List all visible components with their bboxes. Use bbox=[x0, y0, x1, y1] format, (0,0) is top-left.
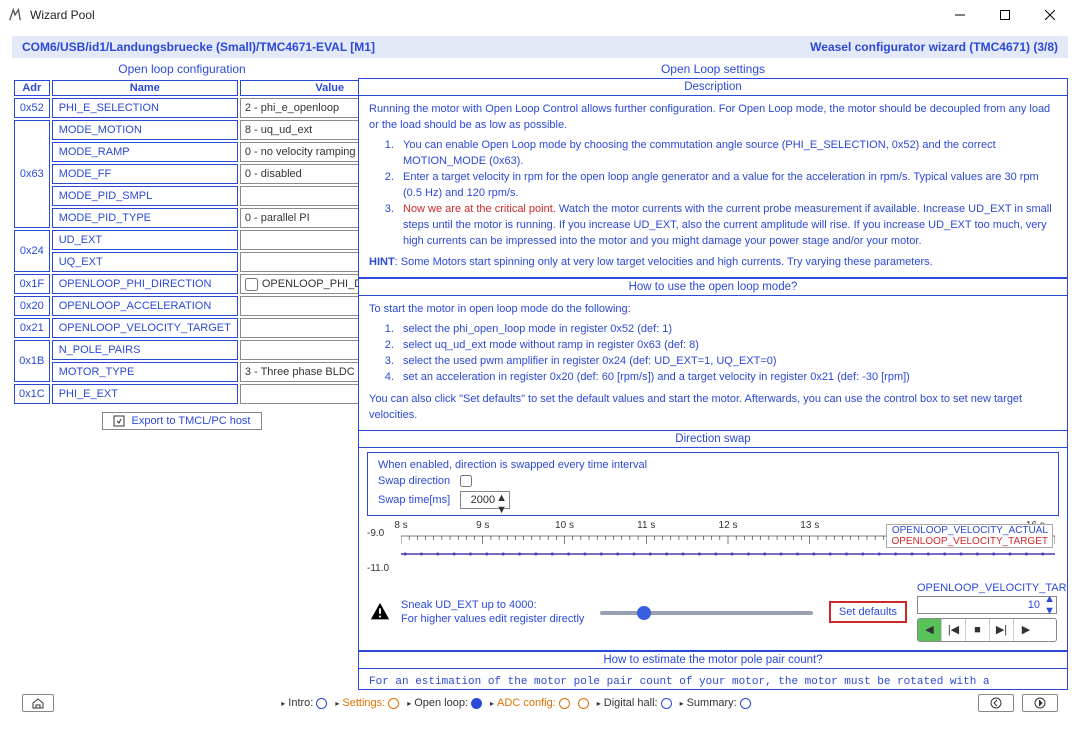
reg-name: OPENLOOP_PHI_DIRECTION bbox=[52, 274, 238, 294]
dirswap-panel: When enabled, direction is swapped every… bbox=[367, 452, 1059, 516]
col-adr: Adr bbox=[14, 80, 50, 96]
stop-button[interactable]: ■ bbox=[966, 619, 990, 641]
export-icon bbox=[113, 415, 125, 427]
reg-name: MODE_PID_TYPE bbox=[52, 208, 238, 228]
warning-icon bbox=[369, 601, 391, 623]
right-panel-title: Open Loop settings bbox=[358, 60, 1068, 78]
adr-cell: 0x63 bbox=[14, 120, 50, 228]
description-body: Running the motor with Open Loop Control… bbox=[359, 96, 1067, 277]
reg-name: UQ_EXT bbox=[52, 252, 238, 272]
reg-name: OPENLOOP_VELOCITY_TARGET bbox=[52, 318, 238, 338]
minimize-button[interactable] bbox=[937, 1, 982, 29]
nav-back-button[interactable] bbox=[978, 694, 1014, 712]
wizard-step[interactable]: ▸ADC config: bbox=[490, 697, 570, 709]
howto-body: To start the motor in open loop mode do … bbox=[359, 296, 1067, 430]
close-button[interactable] bbox=[1027, 1, 1072, 29]
adr-cell: 0x20 bbox=[14, 296, 50, 316]
estimate-title: How to estimate the motor pole pair coun… bbox=[359, 652, 1067, 669]
export-button[interactable]: Export to TMCL/PC host bbox=[102, 412, 261, 430]
col-name: Name bbox=[52, 80, 238, 96]
skip-fwd-button[interactable]: ▶| bbox=[990, 619, 1014, 641]
wizard-step[interactable]: ▸Settings: bbox=[335, 697, 399, 709]
wizard-title: Weasel configurator wizard (TMC4671) (3/… bbox=[810, 40, 1058, 54]
bottom-bar: ▸Intro: ▸Settings: ▸Open loop: ▸ADC config:… bbox=[12, 690, 1068, 714]
howto-title: How to use the open loop mode? bbox=[359, 279, 1067, 296]
reg-name: UD_EXT bbox=[52, 230, 238, 250]
reg-name: MODE_FF bbox=[52, 164, 238, 184]
right-scroll[interactable]: Description Running the motor with Open … bbox=[358, 78, 1068, 690]
wizard-step[interactable]: ▸Intro: bbox=[281, 697, 327, 709]
home-icon bbox=[31, 697, 45, 709]
swap-time-input[interactable]: 2000 ▲▼ bbox=[460, 491, 510, 509]
wizard-step[interactable]: ▸Digital hall: bbox=[597, 697, 672, 709]
adr-cell: 0x52 bbox=[14, 98, 50, 118]
adr-cell: 0x1B bbox=[14, 340, 50, 382]
skip-back-button[interactable]: |◀ bbox=[942, 619, 966, 641]
velocity-target-input[interactable]: 10 ▲▼ bbox=[917, 596, 1057, 614]
breadcrumb: COM6/USB/id1/Landungsbruecke (Small)/TMC… bbox=[12, 36, 1068, 58]
reg-name: MODE_MOTION bbox=[52, 120, 238, 140]
reg-name: MOTOR_TYPE bbox=[52, 362, 238, 382]
playback-controls: ◀ |◀ ■ ▶| ▶ bbox=[917, 618, 1057, 642]
swap-direction-checkbox[interactable] bbox=[460, 475, 472, 487]
reg-name: PHI_E_EXT bbox=[52, 384, 238, 404]
titlebar: Wizard Pool bbox=[0, 0, 1080, 30]
play-reverse-button[interactable]: ◀ bbox=[918, 619, 942, 641]
chart-legend: OPENLOOP_VELOCITY_ACTUAL OPENLOOP_VELOCI… bbox=[886, 524, 1053, 548]
adr-cell: 0x1F bbox=[14, 274, 50, 294]
left-panel-title: Open loop configuration bbox=[12, 60, 352, 78]
reg-name: N_POLE_PAIRS bbox=[52, 340, 238, 360]
play-forward-button[interactable]: ▶ bbox=[1014, 619, 1038, 641]
window-title: Wizard Pool bbox=[30, 8, 937, 22]
velocity-chart: -9.0 -11.0 8 s9 s10 s11 s12 s13 s16 s bbox=[367, 524, 1059, 574]
reg-name: OPENLOOP_ACCELERATION bbox=[52, 296, 238, 316]
reg-name: PHI_E_SELECTION bbox=[52, 98, 238, 118]
ud-ext-slider[interactable] bbox=[600, 611, 812, 615]
estimate-body: For an estimation of the motor pole pair… bbox=[359, 669, 1067, 690]
app-icon bbox=[8, 8, 22, 22]
wizard-step[interactable]: ▸Open loop: bbox=[407, 697, 482, 709]
adr-cell: 0x24 bbox=[14, 230, 50, 272]
set-defaults-button[interactable]: Set defaults bbox=[829, 601, 907, 623]
adr-cell: 0x1C bbox=[14, 384, 50, 404]
adr-cell: 0x21 bbox=[14, 318, 50, 338]
nav-forward-button[interactable] bbox=[1022, 694, 1058, 712]
reg-name: MODE_RAMP bbox=[52, 142, 238, 162]
home-button[interactable] bbox=[22, 694, 54, 712]
maximize-button[interactable] bbox=[982, 1, 1027, 29]
wizard-step[interactable]: ▸Summary: bbox=[680, 697, 751, 709]
reg-name: MODE_PID_SMPL bbox=[52, 186, 238, 206]
description-title: Description bbox=[359, 79, 1067, 96]
dirswap-title: Direction swap bbox=[359, 430, 1067, 448]
connection-path: COM6/USB/id1/Landungsbruecke (Small)/TMC… bbox=[22, 40, 375, 54]
